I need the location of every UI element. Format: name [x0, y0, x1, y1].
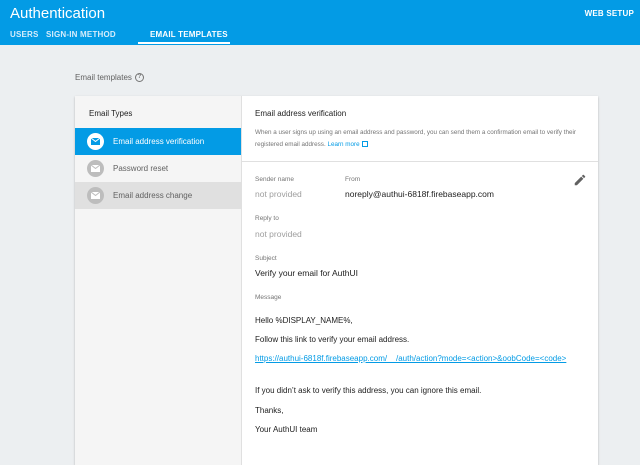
reply-to-value: not provided: [255, 229, 302, 239]
message-label: Message: [255, 294, 282, 301]
sender-name-label: Sender name: [255, 176, 295, 183]
email-type-label: Email address change: [113, 191, 193, 200]
email-templates-card: Email Types Email address verification P…: [75, 96, 598, 465]
email-types-panel: Email Types Email address verification P…: [75, 96, 242, 465]
template-description: When a user signs up using an email addr…: [255, 127, 595, 151]
active-tab-indicator: [138, 42, 230, 44]
tab-users[interactable]: USERS: [10, 30, 39, 39]
description-text: When a user signs up using an email addr…: [255, 129, 576, 148]
help-circle-icon[interactable]: ?: [134, 73, 144, 82]
template-title: Email address verification: [255, 109, 347, 118]
verification-link[interactable]: https://authui-6818f.firebaseapp.com/__/…: [255, 353, 585, 364]
web-setup-button[interactable]: WEB SETUP: [585, 9, 634, 18]
from-value: noreply@authui-6818f.firebaseapp.com: [345, 189, 494, 199]
divider: [242, 161, 598, 162]
reply-to-label: Reply to: [255, 215, 279, 222]
email-type-verification[interactable]: Email address verification: [75, 128, 241, 155]
email-type-password-reset[interactable]: Password reset: [75, 155, 241, 182]
message-greeting: Hello %DISPLAY_NAME%,: [255, 316, 353, 325]
message-line: Follow this link to verify your email ad…: [255, 335, 410, 344]
sender-name-value: not provided: [255, 189, 302, 199]
email-type-label: Email address verification: [113, 137, 205, 146]
section-header: Email templates ?: [75, 73, 144, 82]
message-line: If you didn’t ask to verify this address…: [255, 386, 482, 395]
subject-label: Subject: [255, 255, 277, 262]
external-link-icon[interactable]: [361, 141, 368, 147]
email-type-label: Password reset: [113, 164, 169, 173]
email-types-title: Email Types: [89, 109, 133, 118]
mail-icon: [87, 133, 104, 150]
template-detail-panel: Email address verification When a user s…: [242, 96, 598, 465]
tab-sign-in-method[interactable]: SIGN-IN METHOD: [46, 30, 116, 39]
message-closing: Thanks,: [255, 406, 284, 415]
page-title: Authentication: [10, 5, 106, 22]
section-label: Email templates: [75, 73, 132, 82]
from-label: From: [345, 176, 361, 183]
learn-more-link[interactable]: Learn more: [327, 141, 359, 148]
email-type-address-change[interactable]: Email address change: [75, 182, 241, 209]
message-signature: Your AuthUI team: [255, 425, 318, 434]
pencil-icon: [574, 174, 586, 186]
mail-icon: [87, 160, 104, 177]
mail-icon: [87, 187, 104, 204]
app-bar: Authentication WEB SETUP USERS SIGN-IN M…: [0, 0, 640, 45]
edit-template-button[interactable]: [573, 173, 587, 187]
tab-email-templates[interactable]: EMAIL TEMPLATES: [150, 30, 228, 39]
subject-value: Verify your email for AuthUI: [255, 268, 358, 278]
